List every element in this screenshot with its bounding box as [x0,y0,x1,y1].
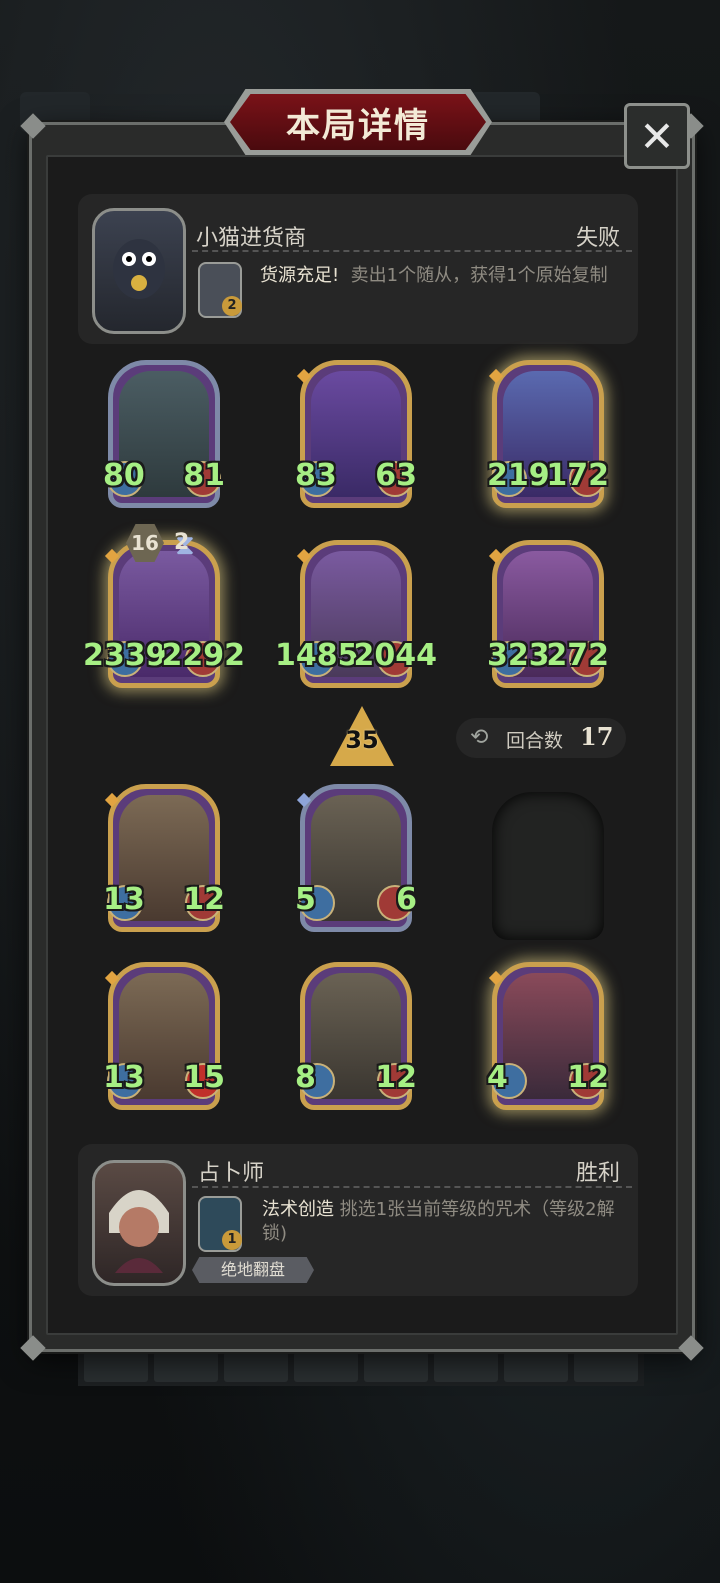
opponent-result: 失败 [576,226,621,251]
player-minion-card[interactable]: 5 6 [295,784,417,932]
dialog-title: 本局详情 [286,105,430,146]
opponent-minion-card[interactable]: 219 172 [487,360,609,508]
round-value: 17 [580,722,614,751]
opponent-hero-power-desc: 卖出1个随从，获得1个原始复制 [350,265,608,286]
opponent-hero-power-level: 2 [222,296,242,316]
minion-attack: 83 [295,458,337,493]
minion-attack: 13 [103,882,145,917]
round-counter: ⟲ 回合数 17 [456,718,626,758]
close-icon: ✕ [639,111,675,161]
player-minion-card[interactable]: 8 12 [295,962,417,1110]
player-hero-power-name: 法术创造 [262,1199,334,1220]
tavern-tier-indicator: 35 [330,706,394,766]
title-banner: 本局详情 [230,94,486,150]
player-minion-card[interactable]: 4 12 [487,962,609,1110]
opponent-minion-card[interactable]: 80 81 [103,360,225,508]
divider [192,250,632,252]
opponent-hero-power-name: 货源充足! [260,265,340,286]
player-name: 占卜师 [198,1161,265,1186]
player-result: 胜利 [576,1161,621,1186]
round-label: 回合数 [506,730,564,752]
owl-merchant-icon [113,239,165,299]
minion-attack: 13 [103,1060,145,1095]
hourglass-count: 2 [174,530,190,555]
minion-health: 172 [546,458,609,493]
player-minion-card[interactable]: 13 12 [103,784,225,932]
minion-health: 12 [567,1060,609,1095]
opponent-hero-power-text: 货源充足! 卖出1个随从，获得1个原始复制 [260,264,630,288]
divider [192,1186,632,1188]
close-button[interactable]: ✕ [624,103,690,169]
minion-health: 2044 [353,638,438,673]
opponent-minion-card[interactable]: 1485 2044 [275,540,437,688]
opponent-minion-card[interactable]: 2339 2292 [83,540,245,688]
player-portrait[interactable] [92,1160,186,1286]
minion-attack: 2339 [83,638,167,673]
opponent-minion-card[interactable]: 83 63 [295,360,417,508]
opponent-portrait[interactable] [92,208,186,334]
refresh-icon: ⟲ [470,725,489,750]
minion-attack: 323 [487,638,550,673]
minion-attack: 1485 [275,638,359,673]
opponent-name: 小猫进货商 [196,226,307,251]
opponent-minion-card[interactable]: 323 272 [487,540,609,688]
player-minion-card[interactable]: 13 15 [103,962,225,1110]
minion-health: 12 [183,882,225,917]
minion-health: 2292 [161,638,246,673]
minion-attack: 80 [103,458,145,493]
minion-health: 12 [375,1060,417,1095]
minion-health: 6 [396,882,417,917]
minion-health: 81 [183,458,225,493]
minion-attack: 4 [487,1060,508,1095]
tavern-tier-value: 35 [345,726,379,754]
achievement-chip: 绝地翻盘 [192,1257,314,1283]
minion-attack: 8 [295,1060,316,1095]
minion-health: 63 [375,458,417,493]
background-minion-strip [78,1352,644,1386]
fortune-teller-icon [109,1190,169,1273]
player-hero-power-text: 法术创造 挑选1张当前等级的咒术（等级2解锁) [262,1198,622,1246]
minion-attack: 5 [295,882,316,917]
empty-minion-slot [492,792,604,940]
player-hero-power-level: 1 [222,1230,242,1250]
minion-health: 272 [546,638,609,673]
minion-health: 15 [183,1060,225,1095]
minion-attack: 219 [487,458,550,493]
